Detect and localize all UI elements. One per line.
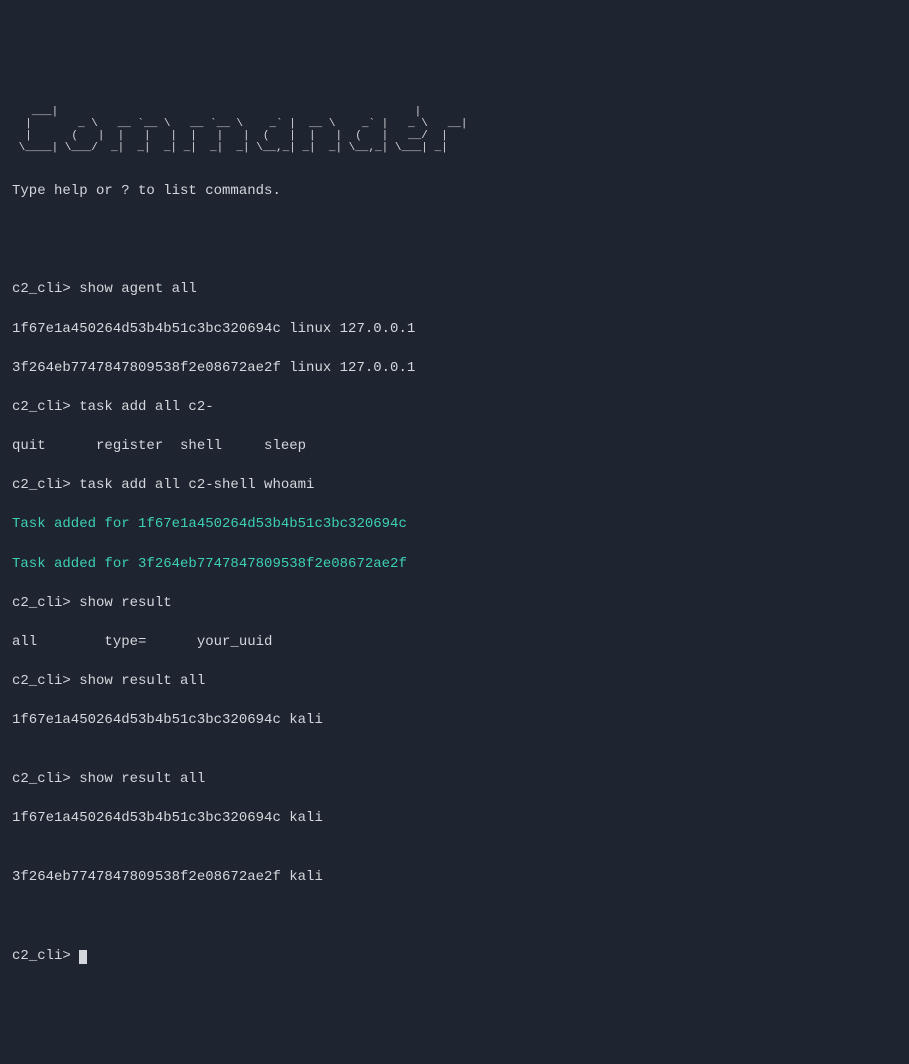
cursor-icon	[79, 950, 87, 964]
command-line: c2_cli> task add all c2-	[12, 398, 897, 418]
command-line: c2_cli> show result all	[12, 770, 897, 790]
success-line: Task added for 3f264eb7747847809538f2e08…	[12, 555, 897, 575]
output-line: all type= your_uuid	[12, 633, 897, 653]
prompt-text: c2_cli>	[12, 948, 79, 964]
command-line: c2_cli> show agent all	[12, 280, 897, 300]
output-line: 1f67e1a450264d53b4b51c3bc320694c linux 1…	[12, 320, 897, 340]
command-line: c2_cli> task add all c2-shell whoami	[12, 476, 897, 496]
terminal-output: c2_cli> show agent all 1f67e1a450264d53b…	[12, 261, 897, 927]
command-line: c2_cli> show result all	[12, 672, 897, 692]
output-line: 3f264eb7747847809538f2e08672ae2f linux 1…	[12, 359, 897, 379]
help-text: Type help or ? to list commands.	[12, 182, 897, 202]
success-line: Task added for 1f67e1a450264d53b4b51c3bc…	[12, 515, 897, 535]
terminal-window[interactable]: ___| | | _ \ __ `__ \ __ `__ \ _` | __ \…	[12, 86, 897, 966]
output-line: 1f67e1a450264d53b4b51c3bc320694c kali	[12, 711, 897, 731]
ascii-banner: ___| | | _ \ __ `__ \ __ `__ \ _` | __ \…	[12, 106, 897, 154]
output-line: 3f264eb7747847809538f2e08672ae2f kali	[12, 868, 897, 888]
command-line: c2_cli> show result	[12, 594, 897, 614]
output-line: quit register shell sleep	[12, 437, 897, 457]
terminal-prompt[interactable]: c2_cli>	[12, 948, 87, 964]
output-line: 1f67e1a450264d53b4b51c3bc320694c kali	[12, 809, 897, 829]
